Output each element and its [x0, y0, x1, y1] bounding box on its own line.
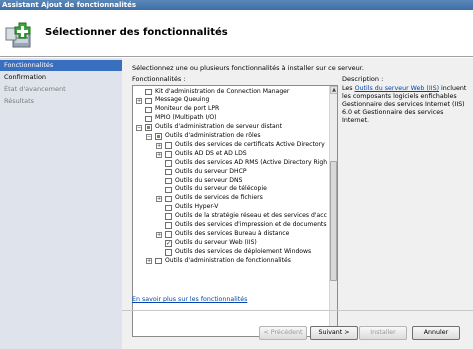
tree-item-label: Outils du serveur DHCP [175, 167, 247, 175]
expand-plus-icon[interactable]: + [156, 196, 162, 203]
tree-item-label: Outils des services Bureau à distance [175, 229, 290, 237]
features-label: Fonctionnalités : [132, 75, 186, 83]
tree-item[interactable]: + Outils AD DS et AD LDS [133, 150, 329, 159]
more-info-link[interactable]: En savoir plus sur les fonctionnalités [132, 296, 247, 303]
collapse-minus-icon[interactable]: − [146, 133, 152, 140]
tree-item[interactable]: + Outils de services de fichiers [133, 194, 329, 203]
feature-checkbox[interactable] [165, 168, 172, 176]
description-label: Description : [342, 75, 384, 83]
tree-item[interactable]: Outils du serveur de télécopie [133, 185, 329, 194]
tree-item-label: Outils d'administration de serveur dista… [155, 123, 283, 131]
tree-item[interactable]: ✓ Outils du serveur Web (IIS) [133, 239, 329, 248]
expand-plus-icon[interactable]: + [156, 142, 162, 149]
tree-item-label: Moniteur de port LPR [155, 105, 220, 113]
feature-checkbox[interactable] [145, 97, 152, 105]
tree-item-label: Outils des services de déploiement Windo… [175, 247, 312, 255]
feature-checkbox[interactable] [145, 124, 152, 131]
next-button[interactable]: Suivant > [310, 326, 358, 340]
tree-item[interactable]: + Outils des services de certificats Acti… [133, 141, 329, 150]
feature-checkbox[interactable] [165, 231, 172, 238]
tree-item[interactable]: − Outils d'administration de serveur dist… [133, 123, 329, 132]
tree-item[interactable]: + Message Queuing [133, 96, 329, 105]
tree-item-label: Outils Hyper-V [175, 203, 219, 211]
feature-checkbox[interactable] [145, 88, 152, 96]
tree-item-label: MPIO (Multipath I/O) [155, 114, 217, 122]
nav-step-progress: État d'avancement [4, 85, 66, 93]
vertical-scrollbar[interactable]: ▲ ▼ [329, 86, 337, 336]
feature-checkbox[interactable] [165, 177, 172, 185]
scroll-up-arrow-icon[interactable]: ▲ [330, 86, 337, 94]
collapse-minus-icon[interactable]: − [136, 124, 142, 131]
page-title: Sélectionner des fonctionnalités [45, 27, 228, 38]
nav-step-confirmation[interactable]: Confirmation [0, 72, 122, 83]
tree-item-label: Outils des services d'impression et de d… [175, 221, 327, 228]
wizard-features-icon [5, 22, 31, 48]
tree-item[interactable]: − Outils d'administration de rôles [133, 132, 329, 141]
install-button[interactable]: Installer [359, 326, 407, 340]
tree-item[interactable]: Outils de la stratégie réseau et des ser… [133, 212, 329, 221]
window-title-bar[interactable]: Assistant Ajout de fonctionnalités [0, 0, 473, 10]
tree-item[interactable]: MPIO (Multipath I/O) [133, 114, 329, 123]
tree-item[interactable]: Moniteur de port LPR [133, 105, 329, 114]
feature-checkbox[interactable] [165, 160, 172, 167]
feature-checkbox[interactable] [165, 249, 172, 256]
tree-item[interactable]: Outils du serveur DHCP [133, 168, 329, 177]
expand-plus-icon[interactable]: + [146, 258, 152, 265]
tree-item[interactable]: + Outils d'administration de fonctionnali… [133, 257, 329, 266]
scroll-thumb[interactable] [330, 161, 337, 281]
expand-plus-icon[interactable]: + [156, 231, 162, 238]
description-link[interactable]: Outils du serveur Web (IIS) [355, 85, 439, 92]
tree-item[interactable]: Outils des services de déploiement Windo… [133, 248, 329, 257]
tree-item[interactable]: Outils des services AD RMS (Active Direc… [133, 159, 329, 168]
feature-checkbox[interactable] [165, 222, 172, 229]
feature-checkbox[interactable] [145, 106, 152, 114]
tree-item-label: Outils de services de fichiers [175, 194, 263, 202]
tree-item-label: Outils de la stratégie réseau et des ser… [175, 212, 327, 220]
tree-item-label: Outils AD DS et AD LDS [175, 149, 247, 157]
feature-checkbox[interactable] [165, 213, 172, 220]
wizard-header: Sélectionner des fonctionnalités [0, 10, 473, 57]
nav-step-features[interactable]: Fonctionnalités [0, 60, 122, 71]
feature-checkbox[interactable] [165, 195, 172, 203]
tree-item-label: Kit d'administration de Connection Manag… [155, 87, 290, 95]
tree-item-label: Message Queuing [155, 96, 210, 104]
feature-checkbox[interactable] [165, 204, 172, 212]
tree-item-label: Outils des services AD RMS (Active Direc… [175, 158, 328, 166]
feature-checkbox[interactable] [165, 151, 172, 158]
tree-item[interactable]: Kit d'administration de Connection Manag… [133, 88, 329, 97]
nav-step-results: Résultats [4, 97, 35, 105]
tree-item[interactable]: Outils des services d'impression et de d… [133, 221, 329, 230]
footer-separator [122, 310, 473, 311]
feature-checkbox[interactable] [165, 142, 172, 149]
expand-plus-icon[interactable]: + [136, 98, 142, 105]
tree-item-label: Outils d'administration de rôles [165, 132, 261, 139]
expand-plus-icon[interactable]: + [156, 151, 162, 158]
feature-checkbox[interactable]: ✓ [165, 240, 172, 247]
feature-checkbox[interactable] [165, 186, 172, 194]
wizard-content: Sélectionnez une ou plusieurs fonctionna… [122, 58, 473, 349]
feature-checkbox[interactable] [145, 115, 152, 123]
feature-description: Les Outils du serveur Web (IIS) incluent… [342, 85, 468, 125]
cancel-button[interactable]: Annuler [412, 326, 460, 340]
tree-item-label: Outils du serveur Web (IIS) [175, 238, 257, 246]
window-title: Assistant Ajout de fonctionnalités [2, 1, 137, 9]
tree-item[interactable]: + Outils des services Bureau à distance [133, 230, 329, 239]
tree-item[interactable]: Outils Hyper-V [133, 203, 329, 212]
instruction-text: Sélectionnez une ou plusieurs fonctionna… [132, 64, 364, 72]
description-prefix: Les [342, 85, 355, 92]
tree-item-label: Outils d'administration de fonctionnalit… [165, 256, 291, 264]
feature-checkbox[interactable] [155, 133, 162, 140]
previous-button[interactable]: < Précédent [259, 326, 307, 340]
feature-checkbox[interactable] [155, 257, 162, 265]
wizard-steps-nav: Fonctionnalités Confirmation État d'avan… [0, 58, 122, 349]
tree-item-label: Outils du serveur de télécopie [175, 185, 267, 193]
tree-item-label: Outils des services de certificats Activ… [175, 140, 325, 148]
